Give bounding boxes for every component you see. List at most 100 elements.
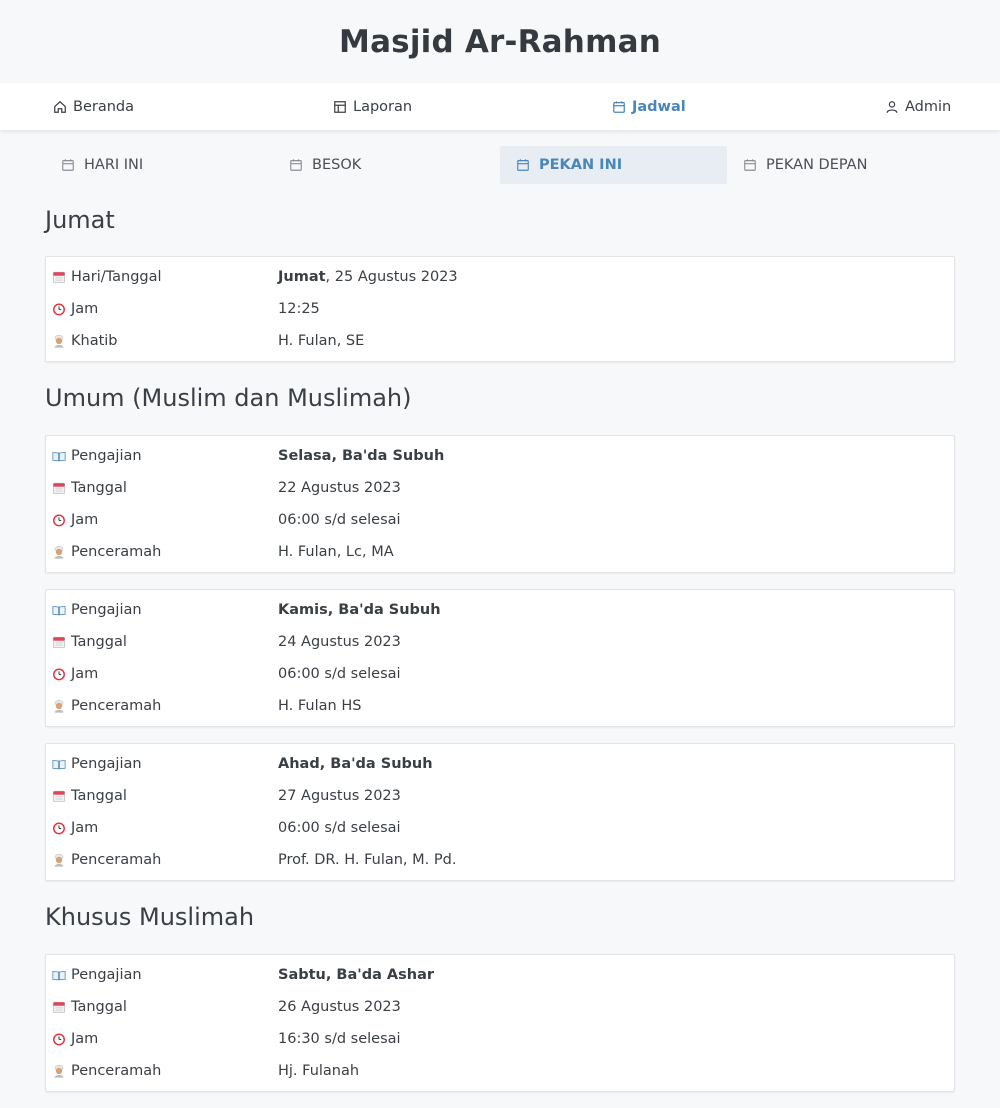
schedule-tabs: HARI INI BESOK PEKAN INI PEKAN DEPAN [0, 146, 1000, 200]
calendar-icon [52, 270, 66, 284]
main-navbar: Beranda Laporan Jadwal Admin [0, 83, 1000, 130]
person-turban-icon [52, 1064, 66, 1078]
nav-item-label: Laporan [353, 98, 413, 115]
nav-item-jadwal[interactable]: Jadwal [612, 83, 686, 130]
row-label: Jam [71, 666, 99, 682]
row-khatib: Khatib H. Fulan, SE [46, 325, 954, 357]
person-turban-icon [52, 853, 66, 867]
row-label: Pengajian [71, 448, 142, 464]
row-label: Penceramah [71, 698, 162, 714]
row-value: 16:30 s/d selesai [278, 1031, 401, 1047]
row-label: Tanggal [71, 480, 127, 496]
row-penceramah: Penceramah Hj. Fulanah [46, 1055, 954, 1087]
row-value: H. Fulan, Lc, MA [278, 544, 394, 560]
nav-item-label: Jadwal [632, 98, 686, 115]
day-name: Jumat [278, 269, 326, 285]
calendar-icon [516, 158, 530, 172]
open-book-icon [52, 449, 66, 463]
row-value: 06:00 s/d selesai [278, 820, 401, 836]
tab-pekan-depan[interactable]: PEKAN DEPAN [727, 146, 954, 184]
row-label: Pengajian [71, 967, 142, 983]
calendar-icon [52, 481, 66, 495]
row-value: Sabtu, Ba'da Ashar [278, 967, 435, 983]
row-jam: Jam 06:00 s/d selesai [46, 658, 954, 690]
row-value: Selasa, Ba'da Subuh [278, 448, 445, 464]
row-pengajian: Pengajian Selasa, Ba'da Subuh [46, 440, 954, 472]
row-label: Tanggal [71, 788, 127, 804]
row-hari-tanggal: Hari/Tanggal Jumat, 25 Agustus 2023 [46, 261, 954, 293]
row-value: 06:00 s/d selesai [278, 512, 401, 528]
open-book-icon [52, 603, 66, 617]
tab-besok[interactable]: BESOK [273, 146, 500, 184]
row-value: 12:25 [278, 301, 320, 317]
user-icon [885, 100, 899, 114]
alarm-clock-icon [52, 513, 66, 527]
person-turban-icon [52, 545, 66, 559]
app-header: Masjid Ar-Rahman [0, 0, 1000, 83]
tab-label: HARI INI [84, 157, 144, 173]
row-value: Kamis, Ba'da Subuh [278, 602, 441, 618]
row-penceramah: Penceramah H. Fulan HS [46, 690, 954, 722]
calendar-icon [61, 158, 75, 172]
row-pengajian: Pengajian Kamis, Ba'da Subuh [46, 594, 954, 626]
row-label: Penceramah [71, 1063, 162, 1079]
row-value: 27 Agustus 2023 [278, 788, 401, 804]
tab-label: BESOK [312, 157, 362, 173]
row-tanggal: Tanggal 24 Agustus 2023 [46, 626, 954, 658]
row-value: Hj. Fulanah [278, 1063, 360, 1079]
section-title-muslimah: Khusus Muslimah [45, 903, 255, 931]
row-label: Penceramah [71, 852, 162, 868]
calendar-icon [743, 158, 757, 172]
calendar-icon [52, 1000, 66, 1014]
nav-item-admin[interactable]: Admin [885, 83, 951, 130]
row-pengajian: Pengajian Ahad, Ba'da Subuh [46, 748, 954, 780]
tab-label: PEKAN DEPAN [766, 157, 868, 173]
section-title-jumat: Jumat [45, 206, 115, 234]
open-book-icon [52, 757, 66, 771]
row-tanggal: Tanggal 22 Agustus 2023 [46, 472, 954, 504]
person-turban-icon [52, 699, 66, 713]
row-label: Jam [71, 1031, 99, 1047]
row-label: Jam [71, 301, 99, 317]
nav-item-beranda[interactable]: Beranda [53, 83, 134, 130]
schedule-card: Pengajian Selasa, Ba'da Subuh Tanggal 22… [45, 435, 955, 573]
calendar-icon [289, 158, 303, 172]
schedule-card: Pengajian Kamis, Ba'da Subuh Tanggal 24 … [45, 589, 955, 727]
tab-pekan-ini[interactable]: PEKAN INI [500, 146, 727, 184]
row-value: 26 Agustus 2023 [278, 999, 401, 1015]
row-value: 22 Agustus 2023 [278, 480, 401, 496]
row-label: Hari/Tanggal [71, 269, 162, 285]
row-label: Pengajian [71, 756, 142, 772]
row-jam: Jam 06:00 s/d selesai [46, 504, 954, 536]
schedule-card-jumat: Hari/Tanggal Jumat, 25 Agustus 2023 Jam … [45, 256, 955, 362]
nav-item-label: Admin [905, 98, 952, 115]
person-turban-icon [52, 334, 66, 348]
row-tanggal: Tanggal 26 Agustus 2023 [46, 991, 954, 1023]
row-value: Prof. DR. H. Fulan, M. Pd. [278, 852, 457, 868]
nav-item-label: Beranda [73, 98, 134, 115]
row-penceramah: Penceramah H. Fulan, Lc, MA [46, 536, 954, 568]
section-title-umum: Umum (Muslim dan Muslimah) [45, 384, 412, 412]
row-penceramah: Penceramah Prof. DR. H. Fulan, M. Pd. [46, 844, 954, 876]
table-icon [333, 100, 347, 114]
row-jam: Jam 06:00 s/d selesai [46, 812, 954, 844]
row-value: 06:00 s/d selesai [278, 666, 401, 682]
row-label: Jam [71, 512, 99, 528]
date-text: , 25 Agustus 2023 [325, 269, 458, 285]
alarm-clock-icon [52, 1032, 66, 1046]
alarm-clock-icon [52, 821, 66, 835]
row-label: Khatib [71, 333, 118, 349]
tab-label: PEKAN INI [539, 157, 623, 173]
calendar-icon [612, 100, 626, 114]
row-label: Tanggal [71, 634, 127, 650]
tab-hari-ini[interactable]: HARI INI [45, 146, 272, 184]
calendar-icon [52, 635, 66, 649]
open-book-icon [52, 968, 66, 982]
row-jam: Jam 12:25 [46, 293, 954, 325]
row-pengajian: Pengajian Sabtu, Ba'da Ashar [46, 959, 954, 991]
alarm-clock-icon [52, 667, 66, 681]
row-label: Penceramah [71, 544, 162, 560]
home-icon [53, 100, 67, 114]
nav-item-laporan[interactable]: Laporan [333, 83, 412, 130]
row-value: Jumat, 25 Agustus 2023 [278, 269, 954, 285]
